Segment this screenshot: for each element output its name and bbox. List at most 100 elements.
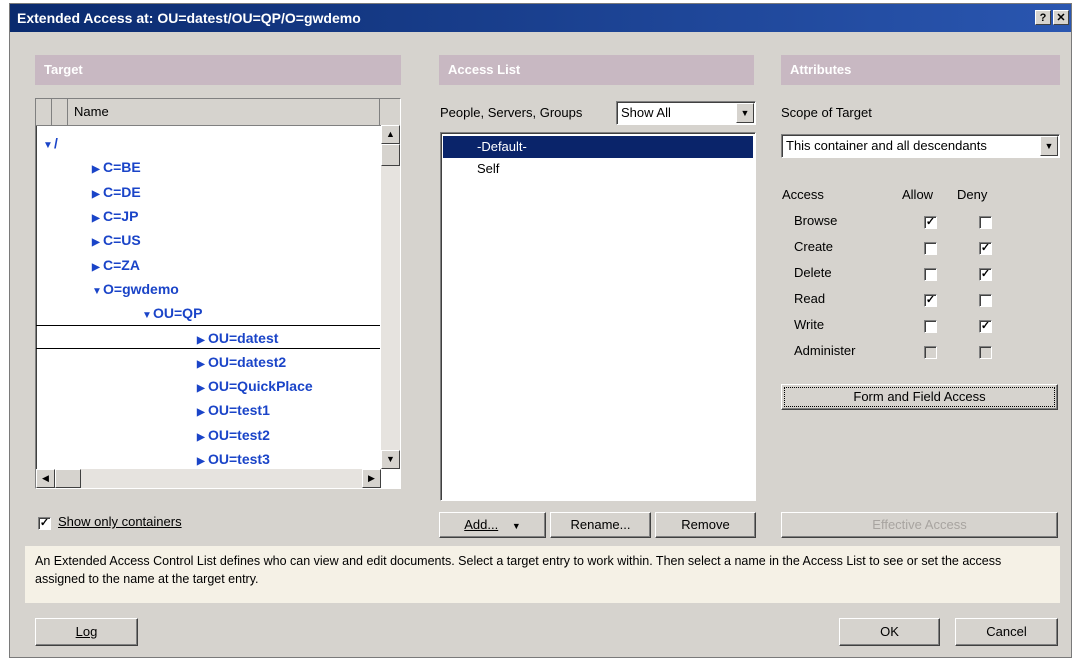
allow-checkbox[interactable]: [924, 242, 937, 255]
tree-node[interactable]: ▶ OU=datest2: [197, 350, 286, 374]
tree-node-label: OU=datest: [208, 330, 279, 347]
tree-node[interactable]: ▶ OU=test2: [197, 423, 270, 447]
tree-node-label: C=JP: [103, 207, 139, 224]
tree-node[interactable]: ▶ C=US: [92, 228, 141, 252]
access-list-item[interactable]: Self: [443, 158, 753, 180]
tree-node-label: /: [54, 135, 58, 151]
tree-node-label: O=gwdemo: [103, 280, 179, 297]
tree-node-label: C=ZA: [103, 256, 140, 273]
tree-node[interactable]: ▶ OU=test1: [197, 398, 270, 422]
deny-checkbox[interactable]: [979, 216, 992, 229]
scope-chevron-down-icon[interactable]: ▼: [1040, 136, 1058, 156]
access-list[interactable]: -Default- Self: [440, 132, 756, 501]
filter-select[interactable]: Show All ▼: [616, 101, 756, 125]
tree-node[interactable]: ▶ OU=test3: [197, 447, 270, 471]
target-tree[interactable]: Name ▼/▶ C=BE ▶ C=DE ▶ C=JP ▶ C=US ▶ C=ZA ▼O=gwdem…: [35, 98, 401, 489]
scope-select[interactable]: This container and all descendants ▼: [781, 134, 1060, 158]
expanded-arrow-icon[interactable]: ▼: [43, 134, 54, 158]
scroll-up-icon[interactable]: ▲: [381, 125, 400, 144]
tree-node-label: C=DE: [103, 183, 141, 200]
access-right-label: Read: [794, 291, 826, 306]
add-button-label: Add...: [464, 517, 499, 532]
access-right-label: Write: [794, 317, 825, 332]
cancel-button[interactable]: Cancel: [955, 618, 1058, 646]
tree-node-label: C=BE: [103, 159, 141, 176]
attributes-header: Attributes: [781, 55, 1060, 85]
access-right-label: Browse: [794, 213, 838, 228]
tree-node-label: OU=test2: [208, 426, 270, 443]
add-dropdown-icon[interactable]: ▼: [512, 521, 521, 531]
attributes-header-label: Attributes: [790, 62, 852, 77]
form-field-access-button[interactable]: Form and Field Access: [781, 384, 1058, 410]
allow-checkbox[interactable]: [924, 320, 937, 333]
deny-checkbox[interactable]: [979, 346, 992, 359]
access-right-label: Administer: [794, 343, 856, 358]
extended-access-dialog: Extended Access at: OU=datest/OU=QP/O=gw…: [9, 3, 1072, 658]
log-button[interactable]: Log: [35, 618, 138, 646]
chevron-down-icon[interactable]: ▼: [736, 103, 754, 123]
tree-node[interactable]: ▶ C=DE: [92, 180, 141, 204]
allow-checkbox[interactable]: [924, 268, 937, 281]
remove-button[interactable]: Remove: [655, 512, 756, 538]
allow-column-label: Allow: [902, 187, 934, 202]
show-only-containers-text: Show only containers: [58, 514, 182, 529]
tree-header-spacer: [36, 99, 52, 125]
column-name-header[interactable]: Name: [68, 99, 380, 125]
target-header-label: Target: [44, 62, 83, 77]
effective-access-button[interactable]: Effective Access: [781, 512, 1058, 538]
log-button-label: Log: [75, 624, 98, 639]
tree-node-label: OU=QP: [153, 305, 203, 322]
filter-select-value: Show All: [621, 105, 671, 120]
horizontal-scrollbar[interactable]: ◀ ▶: [36, 469, 381, 488]
scroll-down-icon[interactable]: ▼: [381, 450, 400, 469]
access-right-label: Create: [794, 239, 834, 254]
ok-button[interactable]: OK: [839, 618, 940, 646]
filter-label: People, Servers, Groups: [440, 105, 583, 120]
tree-node-label: C=US: [103, 232, 141, 249]
scroll-left-icon[interactable]: ◀: [36, 469, 55, 488]
info-text: An Extended Access Control List defines …: [25, 546, 1060, 603]
close-icon[interactable]: ✕: [1053, 10, 1069, 25]
allow-checkbox[interactable]: ✓: [924, 294, 937, 307]
hscroll-thumb[interactable]: [55, 469, 81, 488]
scroll-right-icon[interactable]: ▶: [362, 469, 381, 488]
scope-select-value: This container and all descendants: [786, 138, 987, 153]
rename-button[interactable]: Rename...: [550, 512, 651, 538]
tree-node-label: OU=QuickPlace: [208, 378, 313, 394]
tree-node[interactable]: ▶ OU=QuickPlace: [197, 374, 313, 398]
tree-node[interactable]: ▶ C=ZA: [92, 253, 140, 277]
deny-column-label: Deny: [957, 187, 988, 202]
help-icon[interactable]: ?: [1035, 10, 1051, 25]
scroll-thumb[interactable]: [381, 144, 400, 166]
tree-node[interactable]: ▶ C=BE: [92, 155, 141, 179]
target-header: Target: [35, 55, 401, 85]
tree-node[interactable]: ▶ C=JP: [92, 204, 138, 228]
access-list-item[interactable]: -Default-: [443, 136, 753, 158]
tree-header: Name: [36, 99, 400, 126]
deny-checkbox[interactable]: ✓: [979, 320, 992, 333]
tree-node-label: OU=test3: [208, 450, 270, 467]
tree-node[interactable]: ▶ OU=datest: [36, 325, 380, 350]
tree-node[interactable]: ▼/: [43, 131, 58, 155]
add-button[interactable]: Add... ▼: [439, 512, 546, 538]
deny-checkbox[interactable]: [979, 294, 992, 307]
tree-node[interactable]: ▼OU=QP: [142, 301, 202, 325]
allow-checkbox[interactable]: [924, 346, 937, 359]
access-list-header-label: Access List: [448, 62, 521, 77]
access-right-label: Delete: [794, 265, 832, 280]
deny-checkbox[interactable]: ✓: [979, 242, 992, 255]
title-bar: Extended Access at: OU=datest/OU=QP/O=gw…: [10, 4, 1071, 32]
tree-header-spacer2: [52, 99, 68, 125]
show-only-containers-label: Show only containers: [58, 514, 182, 529]
tree-node[interactable]: ▼O=gwdemo: [92, 277, 179, 301]
deny-checkbox[interactable]: ✓: [979, 268, 992, 281]
show-only-containers-checkbox[interactable]: ✓: [38, 517, 51, 530]
access-column-label: Access: [782, 187, 824, 202]
access-list-header: Access List: [439, 55, 754, 85]
window-title: Extended Access at: OU=datest/OU=QP/O=gw…: [17, 10, 361, 26]
allow-checkbox[interactable]: ✓: [924, 216, 937, 229]
vertical-scrollbar[interactable]: ▲ ▼: [381, 125, 400, 469]
tree-node-label: OU=datest2: [208, 353, 287, 370]
expanded-arrow-icon[interactable]: ▼: [92, 280, 103, 304]
scope-label: Scope of Target: [781, 105, 872, 120]
